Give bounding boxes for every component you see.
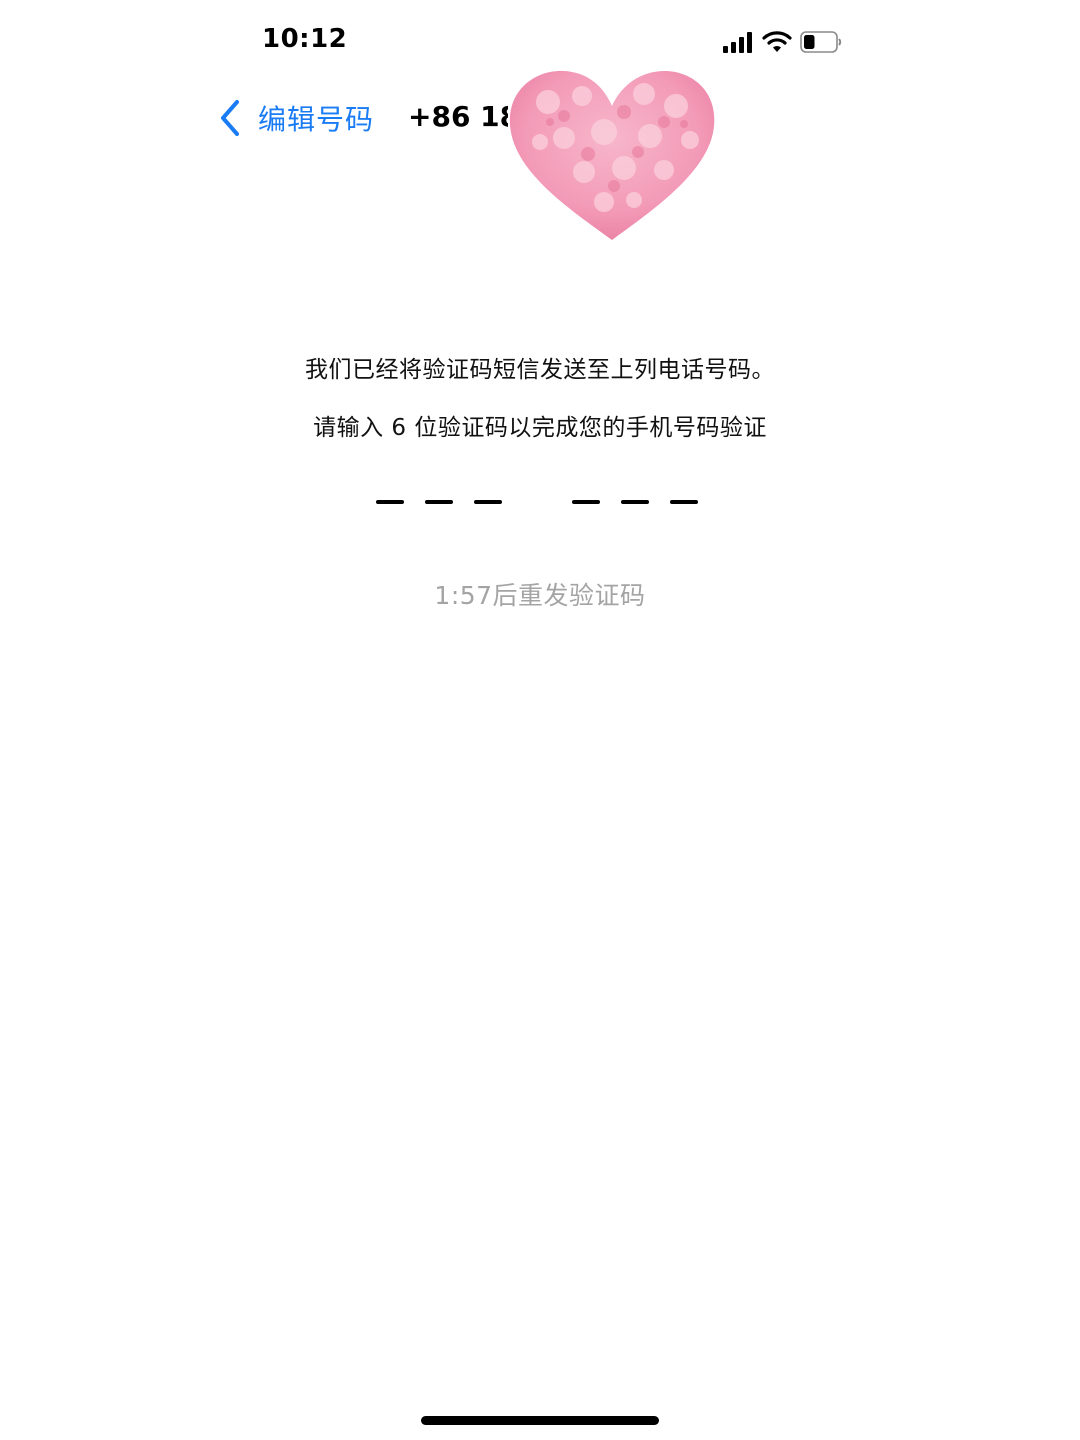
code-digit-slot [376, 500, 404, 504]
code-digit-slot [572, 500, 600, 504]
signal-icon [723, 32, 752, 53]
resend-code-countdown: 1:57后重发验证码 [434, 581, 646, 610]
heart-sticker [509, 70, 715, 240]
back-button-label: 编辑号码 [258, 103, 375, 136]
enter-code-instruction: 请输入 6 位验证码以完成您的手机号码验证 [313, 415, 767, 441]
code-digit-slot [621, 500, 649, 504]
phone-number-title: +86 18 [408, 100, 508, 133]
sent-message: 我们已经将验证码短信发送至上列电话号码。 [305, 357, 775, 383]
home-indicator[interactable] [421, 1416, 659, 1425]
code-digit-slot [670, 500, 698, 504]
code-digit-slot [425, 500, 453, 504]
wifi-icon [762, 31, 792, 52]
status-icons [722, 28, 842, 56]
chevron-left-icon [221, 100, 239, 136]
verification-code-input[interactable] [376, 500, 706, 512]
code-digit-slot [474, 500, 502, 504]
back-button[interactable]: 编辑号码 [218, 96, 374, 140]
battery-icon [800, 31, 842, 53]
status-time: 10:12 [262, 24, 348, 54]
